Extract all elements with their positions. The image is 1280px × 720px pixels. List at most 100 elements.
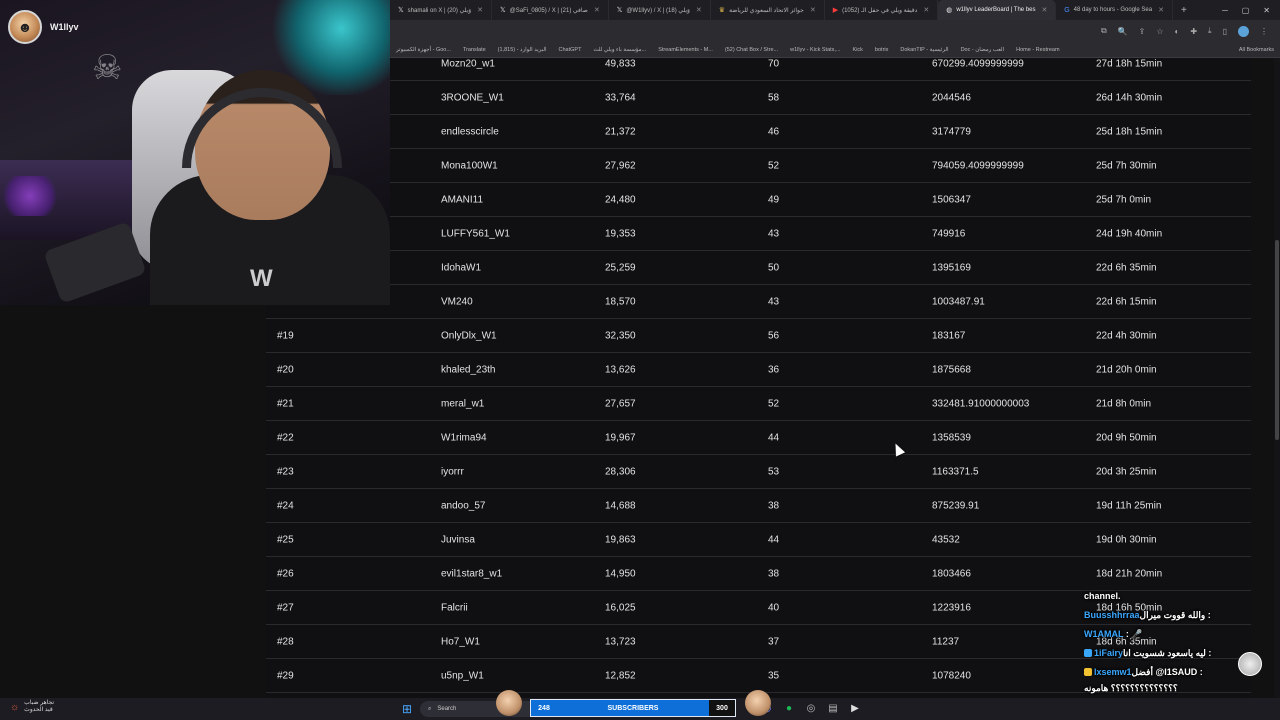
- table-row: VM240 18,570 43 1003487.91 22d 6h 15min: [266, 285, 1251, 319]
- messages-cell: 18,570: [605, 296, 636, 307]
- minimize-window-icon[interactable]: ─: [1222, 6, 1228, 15]
- globe-icon: ◍: [946, 7, 953, 14]
- level-cell: 46: [768, 126, 780, 137]
- close-window-icon[interactable]: ✕: [1263, 6, 1270, 15]
- messages-cell: 12,852: [605, 670, 636, 681]
- zoom-icon[interactable]: 🔍: [1118, 27, 1128, 36]
- level-cell: 43: [768, 296, 780, 307]
- download-icon[interactable]: ⤓: [1208, 26, 1212, 36]
- sidepanel-icon[interactable]: ▯: [1223, 27, 1227, 36]
- chat-username[interactable]: 1iFairy: [1094, 648, 1123, 658]
- tab-label: (1052) دقيقة ويلي في حفل الـ: [842, 7, 918, 14]
- search-label: Search: [437, 706, 457, 712]
- trophy-icon: ♛: [718, 7, 726, 14]
- browser-tab-bar: 𝕏shamali on X | وَيلي (20) ✕ 𝕏 @SaFi_0805) …: [390, 0, 1280, 20]
- chat-username[interactable]: lxsemw1: [1094, 667, 1132, 677]
- messages-cell: 19,353: [605, 228, 636, 239]
- watchtime-cell: 22d 6h 35min: [1096, 262, 1157, 273]
- rank-cell: #25: [277, 534, 294, 545]
- level-cell: 38: [768, 568, 780, 579]
- puzzle-icon[interactable]: ✚: [1190, 27, 1197, 36]
- browser-tab[interactable]: ♛ جوائز الاتحاد السعودي للرياضة ✕: [711, 0, 825, 20]
- media-icon[interactable]: ▶: [848, 701, 862, 715]
- chat-username[interactable]: Buusshhrraa: [1084, 610, 1140, 620]
- bookmark-item[interactable]: Home - Restream: [1016, 47, 1059, 53]
- bookmark-item[interactable]: StreamElements - M...: [658, 47, 713, 53]
- weather-widget[interactable]: ☼ تجاهر ضباب قيد الحدوث: [10, 700, 54, 714]
- subscriber-goal: 300: [709, 700, 735, 716]
- tab-label: @W1llyv) / X | وَيلي (18): [626, 7, 690, 14]
- messages-cell: 25,259: [605, 262, 636, 273]
- bookmark-item[interactable]: Kick: [853, 47, 863, 53]
- close-tab-icon[interactable]: ✕: [810, 6, 816, 14]
- window-controls: ─ ▢ ✕: [1212, 6, 1280, 15]
- level-cell: 43: [768, 228, 780, 239]
- username-cell: W1rima94: [441, 432, 487, 443]
- bookmark-item[interactable]: botrix: [875, 47, 888, 53]
- taskbar-search[interactable]: ⌕ Search: [420, 701, 540, 717]
- rank-cell: #24: [277, 500, 294, 511]
- extension-icon[interactable]: ◐: [1175, 27, 1180, 36]
- close-tab-icon[interactable]: ✕: [1042, 6, 1048, 14]
- close-tab-icon[interactable]: ✕: [923, 6, 929, 14]
- windows-start-icon[interactable]: ⊞: [402, 702, 412, 716]
- close-tab-icon[interactable]: ✕: [594, 6, 600, 14]
- obs-icon[interactable]: ◎: [804, 701, 818, 715]
- points-cell: 1003487.91: [932, 296, 985, 307]
- maximize-window-icon[interactable]: ▢: [1242, 6, 1250, 15]
- spotify-icon[interactable]: ●: [782, 701, 796, 715]
- new-tab-button[interactable]: +: [1173, 5, 1195, 16]
- all-bookmarks[interactable]: All Bookmarks: [1239, 47, 1274, 53]
- tab-label: w1llyv LeaderBoard | The bes: [956, 7, 1036, 13]
- explorer-icon[interactable]: ▤: [826, 701, 840, 715]
- chat-username[interactable]: W1AMAL: [1084, 629, 1123, 639]
- username-cell: 3ROONE_W1: [441, 92, 504, 103]
- browser-toolbar: ⧉ 🔍 ⇪ ☆ ◐ ✚ ⤓ ▯ ⋮: [390, 20, 1280, 42]
- close-tab-icon[interactable]: ✕: [696, 6, 702, 14]
- points-cell: 3174779: [932, 126, 971, 137]
- messages-cell: 28,306: [605, 466, 636, 477]
- bookmark-item[interactable]: أجهزة الكمبيوتر - Goo...: [396, 47, 451, 53]
- browser-tab[interactable]: ◍ w1llyv LeaderBoard | The bes ✕: [938, 0, 1057, 20]
- page-scrollbar-thumb[interactable]: [1275, 240, 1279, 440]
- browser-tab[interactable]: 𝕏 @SaFi_0805) / X | صافي (21) ✕: [492, 0, 609, 20]
- username-cell: Ho7_W1: [441, 636, 480, 647]
- level-cell: 37: [768, 636, 780, 647]
- username-cell: AMANI11: [441, 194, 484, 205]
- points-cell: 183167: [932, 330, 966, 341]
- subscriber-count: 248: [538, 704, 550, 712]
- browser-tab[interactable]: ▶ (1052) دقيقة ويلي في حفل الـ ✕: [825, 0, 939, 20]
- search-icon: ⌕: [428, 705, 432, 712]
- profile-avatar[interactable]: [1238, 25, 1249, 37]
- messages-cell: 27,657: [605, 398, 636, 409]
- level-cell: 52: [768, 160, 780, 171]
- youtube-icon: ▶: [832, 7, 839, 14]
- close-tab-icon[interactable]: ✕: [1158, 6, 1164, 14]
- cast-icon[interactable]: ⧉: [1101, 26, 1107, 36]
- google-icon: G: [1064, 6, 1070, 14]
- watchtime-cell: 21d 8h 0min: [1096, 398, 1152, 409]
- close-tab-icon[interactable]: ✕: [477, 6, 483, 14]
- bookmark-item[interactable]: ChatGPT: [559, 47, 582, 53]
- browser-tab[interactable]: 𝕏shamali on X | وَيلي (20) ✕: [390, 0, 493, 20]
- bookmark-item[interactable]: Translate: [463, 47, 486, 53]
- bookmark-star-icon[interactable]: ☆: [1156, 27, 1163, 36]
- subscriber-label: SUBSCRIBERS: [607, 704, 659, 712]
- browser-tab[interactable]: G 48 day to hours - Google Sea ✕: [1056, 0, 1173, 20]
- bookmark-item[interactable]: DokanTIP - الرئيسية: [900, 47, 948, 53]
- table-row: endlesscircle 21,372 46 3174779 25d 18h 15mi…: [266, 115, 1251, 149]
- menu-icon[interactable]: ⋮: [1260, 27, 1268, 36]
- bookmark-item[interactable]: مؤسسة باء ويلي للث...: [593, 47, 646, 53]
- bookmark-item[interactable]: Doc - العب رمضان: [961, 47, 1005, 53]
- username-cell: IdohaW1: [441, 262, 482, 273]
- bookmark-item[interactable]: w1llyv - Kick Stats,...: [790, 47, 840, 53]
- rank-cell: #28: [277, 636, 294, 647]
- weather-icon: ☼: [10, 701, 20, 713]
- share-icon[interactable]: ⇪: [1139, 27, 1146, 36]
- bookmark-item[interactable]: (52) Chat Box / Stre...: [725, 47, 778, 53]
- bookmark-item[interactable]: البريد الوارد - (1,815): [498, 47, 547, 53]
- username-cell: u5np_W1: [441, 670, 484, 681]
- browser-tab[interactable]: 𝕏 @W1llyv) / X | وَيلي (18) ✕: [609, 0, 711, 20]
- w-logo-icon: W: [250, 265, 273, 292]
- level-cell: 44: [768, 432, 780, 443]
